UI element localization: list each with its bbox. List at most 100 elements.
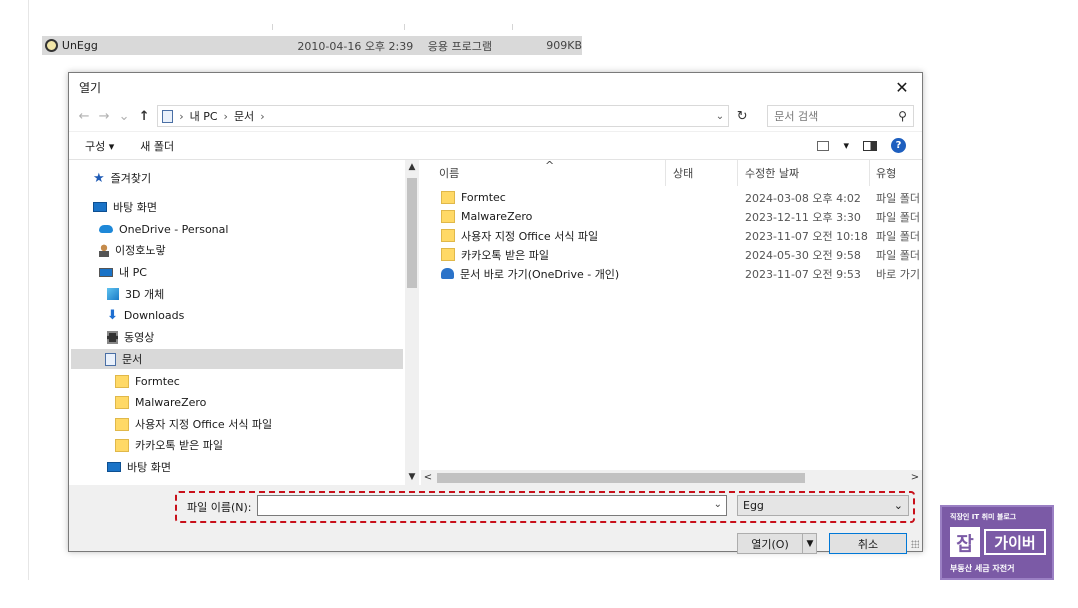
column-divider[interactable] — [737, 160, 738, 186]
scroll-left-icon[interactable]: < — [421, 470, 435, 486]
tree-item-desktop-2[interactable]: 바탕 화면 — [107, 457, 171, 477]
recent-locations-icon[interactable]: ⌄ — [117, 109, 131, 124]
folder-icon — [115, 438, 129, 452]
tree-item-user[interactable]: 이정호노랗 — [99, 240, 166, 260]
navigation-pane-scrollbar[interactable]: ▲ ▼ — [405, 160, 419, 486]
file-name: 사용자 지정 Office 서식 파일 — [461, 229, 599, 243]
dialog-content: ★ 즐겨찾기 바탕 화면 OneDrive - Personal 이정호노랗 내… — [69, 159, 922, 486]
column-divider[interactable] — [869, 160, 870, 186]
back-arrow-icon[interactable]: ← — [77, 109, 91, 124]
scroll-down-icon[interactable]: ▼ — [405, 470, 419, 484]
tree-item-label: 사용자 지정 Office 서식 파일 — [135, 418, 273, 431]
tree-item-label: 동영상 — [124, 331, 155, 344]
address-bar[interactable]: › 내 PC › 문서 › ⌄ — [157, 105, 730, 127]
video-icon — [107, 330, 118, 344]
resize-grip-icon[interactable] — [911, 540, 919, 548]
search-input[interactable]: 문서 검색 ⚲ — [767, 105, 914, 127]
tree-item-office-templates[interactable]: 사용자 지정 Office 서식 파일 — [115, 414, 272, 434]
tree-item-quick-access[interactable]: ★ 즐겨찾기 — [93, 168, 151, 188]
tree-item-kakaotalk[interactable]: 카카오톡 받은 파일 — [115, 435, 223, 455]
scrollbar-thumb[interactable] — [407, 178, 417, 288]
tree-item-this-pc[interactable]: 내 PC — [99, 262, 147, 282]
tree-item-malwarezero[interactable]: MalwareZero — [115, 392, 206, 412]
logo-top-line: 직장인 IT 취미 블로그 — [950, 513, 1017, 521]
cancel-button[interactable]: 취소 — [829, 533, 907, 554]
filename-dropdown-icon[interactable]: ⌄ — [714, 499, 722, 510]
tree-item-label: OneDrive - Personal — [119, 222, 229, 236]
tree-item-label: 바탕 화면 — [113, 201, 157, 214]
user-icon — [99, 243, 109, 257]
breadcrumb-separator: › — [179, 109, 184, 123]
column-divider[interactable] — [665, 160, 666, 186]
breadcrumb-documents[interactable]: 문서 — [234, 108, 254, 124]
column-header-type[interactable]: 유형 — [876, 160, 896, 186]
tree-item-downloads[interactable]: ⬇ Downloads — [107, 305, 184, 325]
background-divider — [28, 0, 29, 580]
file-row[interactable]: MalwareZero 2023-12-11 오후 3:30 파일 폴더 — [421, 207, 922, 226]
document-icon — [162, 109, 174, 123]
filename-input[interactable] — [258, 496, 708, 515]
column-divider — [512, 24, 513, 30]
file-row[interactable]: 사용자 지정 Office 서식 파일 2023-11-07 오전 10:18 … — [421, 226, 922, 245]
background-file-name: UnEgg — [61, 39, 98, 52]
cloud-icon — [99, 225, 113, 233]
file-date: 2024-05-30 오전 9:58 — [745, 248, 861, 262]
scroll-right-icon[interactable]: > — [908, 470, 922, 486]
navigation-pane: ★ 즐겨찾기 바탕 화면 OneDrive - Personal 이정호노랗 내… — [69, 160, 405, 486]
breadcrumb-separator: › — [223, 109, 228, 123]
logo-char: 잡 — [950, 527, 980, 557]
tree-item-3d-objects[interactable]: 3D 개체 — [107, 284, 164, 304]
tree-item-label: 내 PC — [119, 266, 147, 279]
tree-item-desktop[interactable]: 바탕 화면 — [93, 197, 157, 217]
folder-icon — [441, 210, 455, 223]
open-button-label: 열기(O) — [751, 537, 789, 551]
tree-item-documents[interactable]: 문서 — [71, 349, 403, 369]
breadcrumb-this-pc[interactable]: 내 PC — [190, 108, 218, 124]
column-header-name[interactable]: 이름 — [439, 160, 459, 186]
help-icon[interactable]: ? — [891, 138, 906, 153]
close-icon[interactable]: ✕ — [892, 78, 912, 97]
address-dropdown-icon[interactable]: ⌄ — [716, 111, 724, 122]
document-icon — [105, 352, 116, 366]
folder-icon — [441, 229, 455, 242]
organize-menu-button[interactable]: 구성 ▾ — [85, 138, 114, 154]
file-list-scrollbar[interactable]: < > — [421, 470, 922, 486]
open-options-dropdown-icon[interactable]: ▼ — [802, 533, 817, 554]
new-folder-button[interactable]: 새 폴더 — [140, 138, 174, 154]
file-row[interactable]: Formtec 2024-03-08 오후 4:02 파일 폴더 — [421, 188, 922, 207]
search-placeholder: 문서 검색 — [774, 110, 819, 123]
file-type-value: Egg — [743, 499, 764, 512]
tree-item-label: 3D 개체 — [125, 288, 165, 301]
file-type: 파일 폴더 — [876, 248, 920, 262]
tree-item-formtec[interactable]: Formtec — [115, 371, 180, 391]
folder-icon — [115, 395, 129, 409]
dialog-titlebar: 열기 ✕ — [69, 73, 922, 101]
filename-field[interactable]: ⌄ — [257, 495, 727, 516]
search-icon[interactable]: ⚲ — [898, 109, 907, 123]
view-menu-chevron-icon[interactable]: ▾ — [843, 139, 849, 152]
file-type-select[interactable]: Egg ⌄ — [737, 495, 909, 516]
scrollbar-thumb[interactable] — [437, 473, 805, 483]
pc-icon — [99, 267, 113, 277]
file-date: 2023-11-07 오전 10:18 — [745, 229, 868, 243]
logo-bottom-line: 부동산 세금 자전거 — [950, 564, 1015, 573]
tree-item-videos[interactable]: 동영상 — [107, 327, 154, 347]
file-row[interactable]: 카카오톡 받은 파일 2024-05-30 오전 9:58 파일 폴더 — [421, 245, 922, 264]
file-type: 바로 가기 — [876, 267, 920, 281]
background-file-row[interactable]: UnEgg 2010-04-16 오후 2:39 응용 프로그램 909KB — [42, 36, 582, 55]
scroll-up-icon[interactable]: ▲ — [405, 160, 419, 174]
tree-item-label: Formtec — [135, 374, 180, 388]
view-options-icon[interactable] — [817, 140, 830, 151]
column-header-status[interactable]: 상태 — [673, 160, 693, 186]
command-toolbar: 구성 ▾ 새 폴더 ▾ ? — [69, 131, 922, 159]
up-arrow-icon[interactable]: ↑ — [137, 109, 151, 124]
chevron-down-icon: ⌄ — [893, 499, 903, 512]
tree-item-onedrive[interactable]: OneDrive - Personal — [99, 219, 228, 239]
tree-item-label: MalwareZero — [135, 395, 207, 409]
forward-arrow-icon[interactable]: → — [97, 109, 111, 124]
preview-pane-icon[interactable] — [863, 140, 877, 151]
column-header-date-modified[interactable]: 수정한 날짜 — [745, 160, 799, 186]
file-date: 2024-03-08 오후 4:02 — [745, 191, 861, 205]
file-row[interactable]: 문서 바로 가기(OneDrive - 개인) 2023-11-07 오전 9:… — [421, 264, 922, 283]
refresh-icon[interactable]: ↻ — [735, 105, 749, 127]
